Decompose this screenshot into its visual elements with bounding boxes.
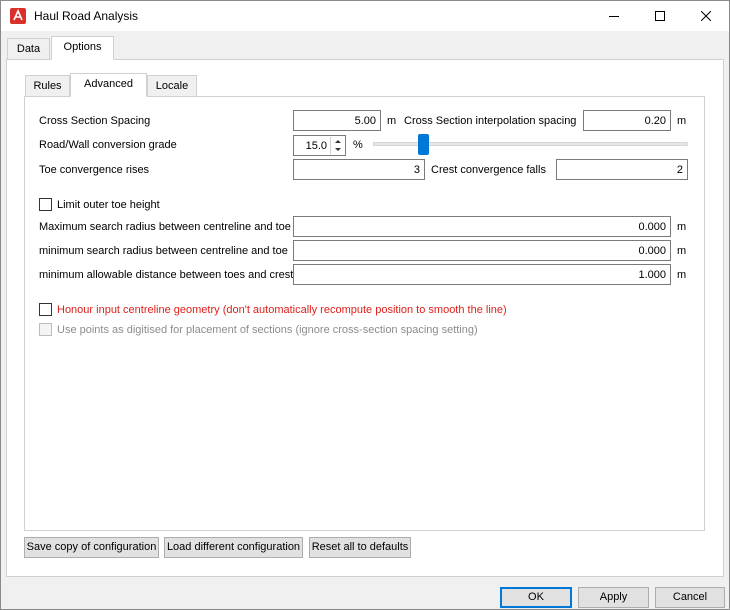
interp-spacing-label: Cross Section interpolation spacing <box>404 115 577 127</box>
apply-button[interactable]: Apply <box>578 587 649 608</box>
load-config-button[interactable]: Load different configuration <box>164 537 303 558</box>
grade-slider-handle[interactable] <box>418 134 429 155</box>
cross-section-spacing-unit: m <box>387 115 397 127</box>
tab-data[interactable]: Data <box>7 38 50 60</box>
spin-buttons[interactable] <box>330 137 344 154</box>
limit-toe-label: Limit outer toe height <box>57 199 160 211</box>
crest-falls-input[interactable]: 2 <box>556 159 688 180</box>
toe-rises-label: Toe convergence rises <box>39 164 150 176</box>
conversion-grade-unit: % <box>353 139 363 151</box>
use-points-label: Use points as digitised for placement of… <box>57 324 478 336</box>
min-distance-label: minimum allowable distance between toes … <box>39 269 294 281</box>
tab-locale[interactable]: Locale <box>147 75 197 97</box>
minimize-button[interactable] <box>591 1 637 31</box>
dialog-window: Haul Road Analysis Data Options Rules Ad… <box>0 0 730 610</box>
app-logo-icon <box>10 8 26 24</box>
max-radius-unit: m <box>677 221 687 233</box>
use-points-checkbox <box>39 323 52 336</box>
limit-toe-checkbox[interactable] <box>39 198 52 211</box>
ok-button[interactable]: OK <box>500 587 572 608</box>
tab-advanced-label: Advanced <box>84 78 133 90</box>
minimize-icon <box>609 16 619 17</box>
spin-down-icon <box>335 148 341 151</box>
maximize-button[interactable] <box>637 1 683 31</box>
honour-geometry-checkbox[interactable] <box>39 303 52 316</box>
min-distance-input[interactable]: 1.000 <box>293 264 671 285</box>
crest-falls-label: Crest convergence falls <box>431 164 546 176</box>
tab-rules[interactable]: Rules <box>25 75 70 97</box>
reset-defaults-button[interactable]: Reset all to defaults <box>309 537 411 558</box>
min-radius-unit: m <box>677 245 687 257</box>
max-radius-label: Maximum search radius between centreline… <box>39 221 291 233</box>
tab-options-label: Options <box>63 41 102 53</box>
save-config-button[interactable]: Save copy of configuration <box>24 537 159 558</box>
tab-data-label: Data <box>16 43 41 55</box>
min-distance-unit: m <box>677 269 687 281</box>
close-window-button[interactable] <box>683 1 729 31</box>
tab-options[interactable]: Options <box>51 36 114 60</box>
cross-section-spacing-label: Cross Section Spacing <box>39 115 151 127</box>
maximize-icon <box>655 11 665 21</box>
tab-rules-label: Rules <box>33 80 62 92</box>
close-icon <box>701 11 711 21</box>
conversion-grade-value: 15.0 <box>305 140 327 152</box>
title-bar: Haul Road Analysis <box>1 1 729 31</box>
conversion-grade-label: Road/Wall conversion grade <box>39 139 177 151</box>
spin-up-icon <box>335 140 341 143</box>
window-title: Haul Road Analysis <box>34 9 139 23</box>
cross-section-spacing-input[interactable]: 5.00 <box>293 110 381 131</box>
max-radius-input[interactable]: 0.000 <box>293 216 671 237</box>
toe-rises-input[interactable]: 3 <box>293 159 425 180</box>
honour-geometry-label: Honour input centreline geometry (don't … <box>57 304 507 316</box>
min-radius-input[interactable]: 0.000 <box>293 240 671 261</box>
tab-advanced[interactable]: Advanced <box>70 73 147 97</box>
cancel-button[interactable]: Cancel <box>655 587 725 608</box>
tab-locale-label: Locale <box>155 80 189 92</box>
interp-spacing-unit: m <box>677 115 687 127</box>
min-radius-label: minimum search radius between centreline… <box>39 245 288 257</box>
interp-spacing-input[interactable]: 0.20 <box>583 110 671 131</box>
